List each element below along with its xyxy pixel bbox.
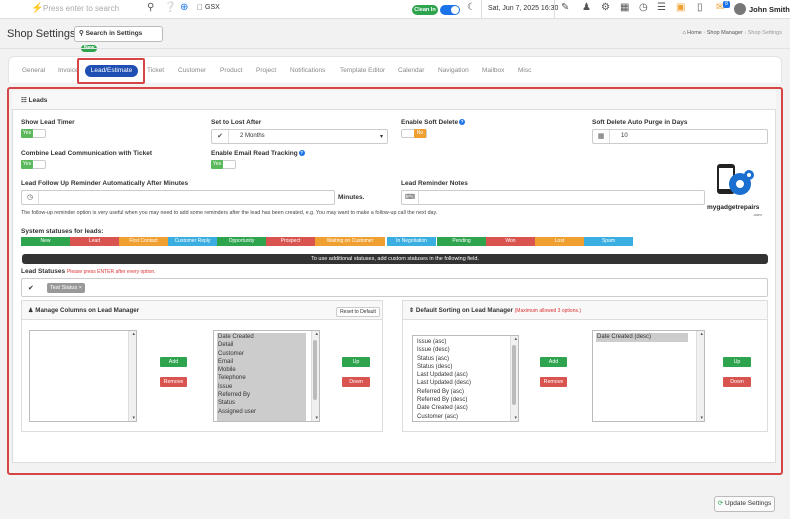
file-icon[interactable]: ▯ xyxy=(697,2,703,13)
tab-ticket[interactable]: Ticket xyxy=(147,67,164,74)
tab-misc[interactable]: Misc xyxy=(518,67,531,74)
header-divider xyxy=(0,48,790,49)
tab-navigation[interactable]: Navigation xyxy=(438,67,469,74)
tab-project[interactable]: Project xyxy=(256,67,276,74)
top-bar: ⚡ Press enter to search ⚲ ❔ ⊕  GSX Clea… xyxy=(0,0,790,19)
search-settings-label: Search in Settings xyxy=(85,30,143,37)
chat-icon[interactable]: ✎ xyxy=(561,2,569,13)
search-icon: ⚲ xyxy=(79,30,84,37)
global-search-input[interactable]: Press enter to search xyxy=(43,4,119,13)
list-icon[interactable]: ☰ xyxy=(657,2,666,13)
clock-in-badge[interactable]: Clean In xyxy=(412,5,438,15)
home-icon: ⌂ xyxy=(682,30,686,36)
search-settings-button[interactable]: ⚲ Search in Settings New xyxy=(74,26,163,52)
gear-icon[interactable]: ⚙ xyxy=(601,2,610,13)
clock-toggle[interactable] xyxy=(440,5,460,15)
search-icon[interactable]: ⚲ xyxy=(147,2,154,13)
breadcrumb-shop-manager[interactable]: Shop Manager xyxy=(707,30,743,36)
notification-count: 8 xyxy=(723,1,730,8)
divider xyxy=(554,0,555,19)
highlight-box xyxy=(7,87,783,475)
divider xyxy=(481,0,482,19)
page-title: Shop Settings xyxy=(7,28,76,40)
add-circle-icon[interactable]: ⊕ xyxy=(180,2,188,13)
breadcrumb-current: Shop Settings xyxy=(747,30,782,36)
tab-calendar[interactable]: Calendar xyxy=(398,67,424,74)
tab-invoice[interactable]: Invoice xyxy=(58,67,79,74)
apple-icon:  xyxy=(197,3,203,12)
breadcrumb-home[interactable]: Home xyxy=(687,30,702,36)
datetime-display: Sat, Jun 7, 2025 16:30 xyxy=(488,5,559,12)
store-label[interactable]: GSX xyxy=(205,4,220,11)
avatar[interactable] xyxy=(734,3,746,15)
help-icon[interactable]: ❔ xyxy=(164,2,176,13)
tab-customer[interactable]: Customer xyxy=(178,67,206,74)
breadcrumb: ⌂ Home › Shop Manager › Shop Settings xyxy=(682,30,782,36)
update-settings-button[interactable]: ⟳ Update Settings xyxy=(714,496,775,512)
user-name[interactable]: John Smith xyxy=(749,5,790,14)
clock-icon[interactable]: ◷ xyxy=(639,2,648,13)
monitor-icon[interactable]: ▣ xyxy=(676,2,685,13)
users-icon[interactable]: ♟ xyxy=(582,2,591,13)
tab-product[interactable]: Product xyxy=(220,67,242,74)
tab-notifications[interactable]: Notifications xyxy=(290,67,325,74)
tab-mailbox[interactable]: Mailbox xyxy=(482,67,504,74)
bolt-icon[interactable]: ⚡ xyxy=(31,3,43,14)
refresh-icon: ⟳ xyxy=(717,500,724,507)
calculator-icon[interactable]: ▦ xyxy=(620,2,629,13)
tab-general[interactable]: General xyxy=(22,67,45,74)
moon-icon[interactable]: ☾ xyxy=(467,2,476,13)
tab-template-editor[interactable]: Template Editor xyxy=(340,67,385,74)
tab-lead-estimate[interactable]: Lead/Estimate xyxy=(85,65,138,77)
